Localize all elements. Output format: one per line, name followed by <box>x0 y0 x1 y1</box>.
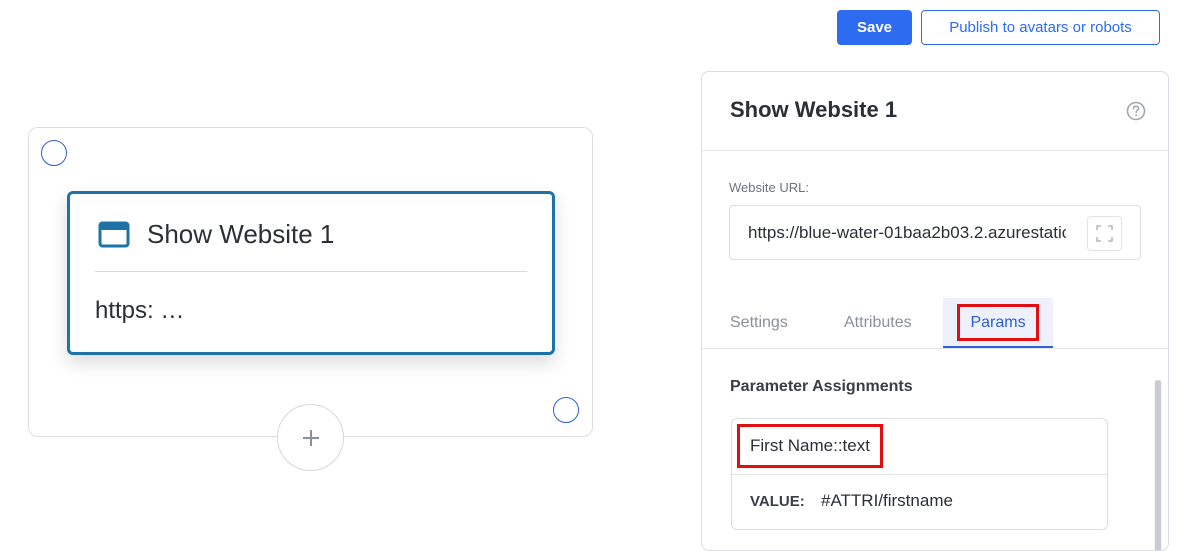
website-url-field[interactable]: https://blue-water-01baa2b03.2.azurestat… <box>729 205 1141 260</box>
node-title: Show Website 1 <box>147 218 335 249</box>
properties-panel: Show Website 1 Website URL: https://blue… <box>701 71 1169 551</box>
node-header: Show Website 1 <box>98 216 334 252</box>
panel-divider <box>702 150 1168 151</box>
publish-button[interactable]: Publish to avatars or robots <box>921 10 1160 45</box>
tab-settings[interactable]: Settings <box>730 298 788 348</box>
parameter-value[interactable]: #ATTRI/firstname <box>821 491 953 511</box>
connector-handle-top-left[interactable] <box>41 140 67 166</box>
website-url-value[interactable]: https://blue-water-01baa2b03.2.azurestat… <box>748 206 1066 259</box>
show-website-node[interactable]: Show Website 1 https: … <box>67 191 555 355</box>
parameter-divider <box>732 474 1107 475</box>
parameter-card: First Name::text VALUE: #ATTRI/firstname <box>731 418 1108 530</box>
save-button[interactable]: Save <box>837 10 912 45</box>
website-url-label: Website URL: <box>729 180 809 195</box>
connector-handle-bottom-right[interactable] <box>553 397 579 423</box>
parameter-assignments-title: Parameter Assignments <box>730 378 913 395</box>
tabs-divider <box>702 348 1168 349</box>
panel-scrollbar-thumb[interactable] <box>1155 380 1161 550</box>
panel-title: Show Website 1 <box>730 97 898 122</box>
node-url-preview: https: … <box>95 297 185 324</box>
add-node-button[interactable] <box>277 404 344 471</box>
parameter-value-label: VALUE: <box>750 493 805 510</box>
tab-attributes[interactable]: Attributes <box>844 298 912 348</box>
parameter-name[interactable]: First Name::text <box>737 424 883 468</box>
fullscreen-icon <box>1096 225 1113 242</box>
question-circle-icon[interactable] <box>1126 101 1146 121</box>
tab-params-label: Params <box>957 303 1039 341</box>
expand-button[interactable] <box>1087 216 1122 251</box>
plus-icon <box>302 429 319 446</box>
window-icon <box>98 221 130 248</box>
node-divider <box>95 271 527 272</box>
tab-params[interactable]: Params <box>943 298 1053 348</box>
